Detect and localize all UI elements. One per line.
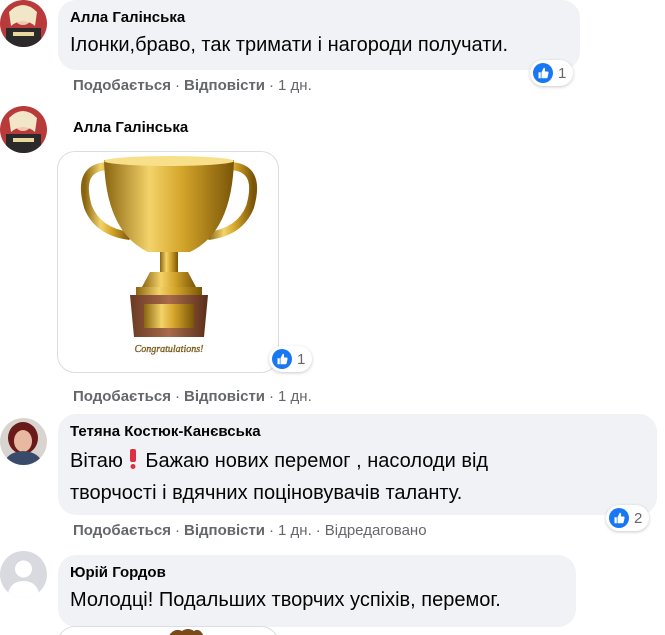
reaction-number: 2 xyxy=(634,509,643,527)
comment-text: Молодці! Подальших творчих успіхів, пере… xyxy=(70,589,501,611)
reaction-count[interactable]: 1 xyxy=(269,346,313,372)
comment-time[interactable]: 1 дн. xyxy=(278,522,312,539)
reaction-count[interactable]: 2 xyxy=(606,505,650,531)
like-icon xyxy=(533,63,553,83)
like-icon xyxy=(272,349,292,369)
comment-actions: Подобається · Відповісти · 1 дн. · Відредагова… xyxy=(73,522,427,539)
avatar-tetiana[interactable] xyxy=(0,418,47,465)
reply-link[interactable]: Відповісти xyxy=(184,77,265,94)
comment-author[interactable]: Юрій Гордов xyxy=(70,563,564,583)
comment-bubble: Алла Галінська Ілонки,браво, так тримати… xyxy=(58,0,580,70)
reply-link[interactable]: Відповісти xyxy=(184,388,265,405)
comment-author[interactable]: Тетяна Костюк-Канєвська xyxy=(70,422,645,442)
comment-time[interactable]: 1 дн. xyxy=(278,77,312,94)
like-link[interactable]: Подобається xyxy=(73,77,171,94)
comment-author[interactable]: Алла Галінська xyxy=(73,118,188,138)
avatar-alla[interactable] xyxy=(0,0,47,47)
comment-actions: Подобається · Відповісти · 1 дн. xyxy=(73,77,312,94)
comment-author[interactable]: Алла Галінська xyxy=(70,8,568,28)
reaction-count[interactable]: 1 xyxy=(530,60,574,86)
comment-time[interactable]: 1 дн. xyxy=(278,388,312,405)
comment-text: Вітаю Бажаю нових перемог , насолоди від… xyxy=(70,446,645,508)
edited-label[interactable]: Відредаговано xyxy=(325,522,427,539)
comment-text-start: Вітаю xyxy=(70,450,123,472)
reply-link[interactable]: Відповісти xyxy=(184,522,265,539)
like-icon xyxy=(609,508,629,528)
red-exclamation-emoji-icon xyxy=(128,448,140,478)
trophy-sticker[interactable]: Congratulations! xyxy=(57,151,279,373)
comment-text-rest: Бажаю нових перемог , насолоди від xyxy=(139,450,489,472)
next-sticker-partial xyxy=(57,626,279,635)
sticker-caption: Congratulations! xyxy=(135,344,204,355)
like-link[interactable]: Подобається xyxy=(73,522,171,539)
comment-text-line2: творчості і вдячних поціновувачів талант… xyxy=(70,482,463,504)
comment-actions: Подобається · Відповісти · 1 дн. xyxy=(73,388,312,405)
reaction-number: 1 xyxy=(558,64,567,82)
reaction-number: 1 xyxy=(297,350,306,368)
comment-text: Ілонки,браво, так тримати і нагороди пол… xyxy=(70,34,509,56)
avatar-alla[interactable] xyxy=(0,106,47,153)
comment-bubble: Тетяна Костюк-Канєвська Вітаю Бажаю нови… xyxy=(58,414,657,515)
like-link[interactable]: Подобається xyxy=(73,388,171,405)
comment-bubble: Юрій Гордов Молодці! Подальших творчих у… xyxy=(58,555,576,627)
avatar-default[interactable] xyxy=(0,551,47,598)
